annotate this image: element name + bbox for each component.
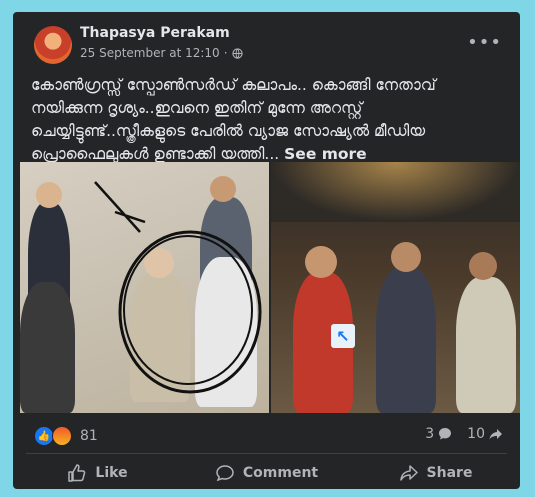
comment-count[interactable]: 3: [425, 426, 453, 442]
author-avatar[interactable]: [34, 26, 72, 64]
share-icon: [399, 465, 418, 481]
post-card: Thapasya Perakam 25 September at 12:10 ·…: [13, 12, 520, 489]
like-button[interactable]: Like: [13, 457, 182, 489]
share-arrow-icon: [489, 429, 502, 440]
post-photo-right[interactable]: ↖: [271, 162, 520, 413]
post-timestamp[interactable]: 25 September at 12:10: [80, 46, 220, 60]
arrow-marker-icon: ↖: [331, 324, 355, 348]
annotation-circle: [94, 181, 262, 394]
share-count[interactable]: 10: [467, 426, 504, 442]
reaction-summary[interactable]: 👍 81: [34, 426, 98, 446]
reaction-count: 81: [80, 428, 98, 444]
share-label: Share: [426, 465, 473, 481]
comment-bubble-icon: [439, 428, 452, 440]
action-divider: [26, 453, 507, 454]
post-header: Thapasya Perakam 25 September at 12:10 ·…: [13, 12, 520, 68]
meta-separator: ·: [223, 46, 228, 60]
comment-label: Comment: [242, 465, 319, 481]
angry-reaction-icon: [52, 426, 72, 446]
comment-icon: [216, 465, 234, 482]
post-text: കോൺഗ്രസ്സ് സ്പോൺസർഡ് കലാപം.. കൊങ്ങി നേതാ…: [31, 74, 506, 166]
like-label: Like: [95, 465, 128, 481]
action-bar: Like Comment Share: [13, 457, 520, 489]
globe-icon: [231, 47, 243, 59]
engagement-counts: 3 10: [425, 426, 504, 442]
post-photo-left[interactable]: [20, 162, 269, 413]
like-reaction-icon: 👍: [34, 426, 54, 446]
post-meta: 25 September at 12:10 ·: [80, 46, 243, 60]
comment-count-value: 3: [425, 426, 435, 442]
share-count-value: 10: [467, 426, 485, 442]
author-name[interactable]: Thapasya Perakam: [80, 25, 230, 41]
see-more-link[interactable]: See more: [284, 145, 367, 163]
more-options-icon[interactable]: •••: [467, 32, 502, 53]
comment-button[interactable]: Comment: [182, 457, 351, 489]
share-button[interactable]: Share: [351, 457, 520, 489]
post-body: കോൺഗ്രസ്സ് സ്പോൺസർഡ് കലാപം.. കൊങ്ങി നേതാ…: [31, 76, 436, 163]
like-icon: [68, 464, 86, 482]
